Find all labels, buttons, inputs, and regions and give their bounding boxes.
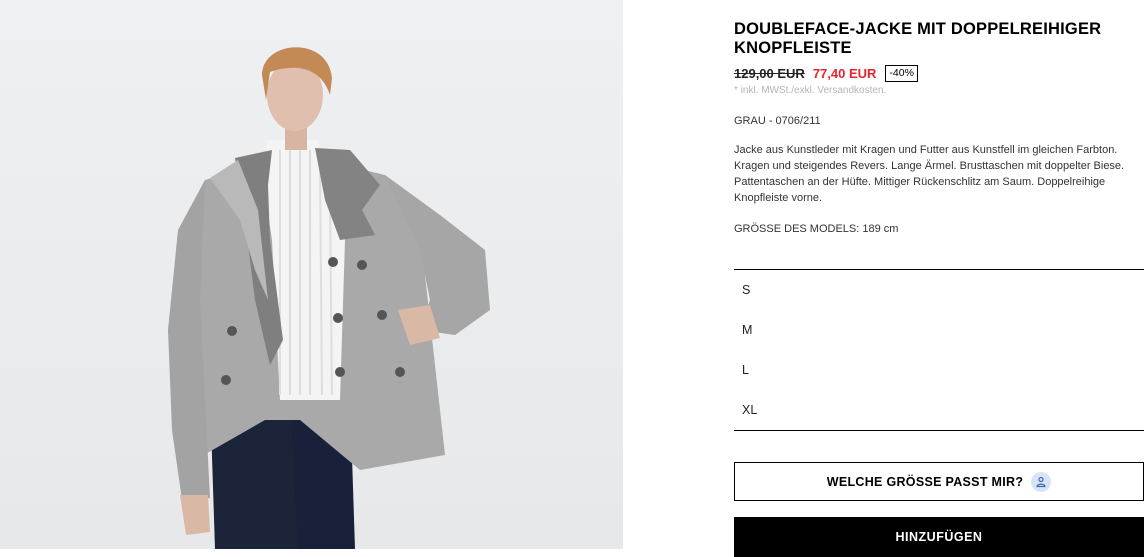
add-to-cart-button[interactable]: HINZUFÜGEN [734,517,1144,557]
tax-note: * inkl. MWSt./exkl. Versandkosten. [734,85,887,96]
sale-price: 77,40 EUR [812,65,877,81]
discount-badge: -40% [885,64,918,82]
color-reference: GRAU - 0706/211 [734,115,821,127]
product-description: Jacke aus Kunstleder mit Kragen und Futt… [734,144,1125,204]
person-icon [1031,471,1052,492]
product-title: DOUBLEFACE-JACKE MIT DOPPELREIHIGER KNOP… [734,20,1102,57]
size-guide-label: WELCHE GRÖSSE PASST MIR? [826,474,1024,489]
old-price: 129,00 EUR [734,65,805,81]
product-info-panel: DOUBLEFACE-JACKE MIT DOPPELREIHIGER KNOP… [734,0,1144,557]
product-image[interactable] [0,0,623,549]
size-option-m[interactable]: M [734,310,1144,350]
size-option-l[interactable]: L [734,350,1144,390]
size-option-xl[interactable]: XL [734,390,1144,430]
price-row: 129,00 EUR 77,40 EUR -40% [734,64,918,82]
model-photo-illustration [168,47,490,549]
size-selector: S M L XL [734,269,1144,431]
size-guide-button[interactable]: WELCHE GRÖSSE PASST MIR? [734,462,1144,501]
size-option-s[interactable]: S [734,270,1144,310]
model-size-note: GRÖSSE DES MODELS: 189 cm [734,223,899,235]
